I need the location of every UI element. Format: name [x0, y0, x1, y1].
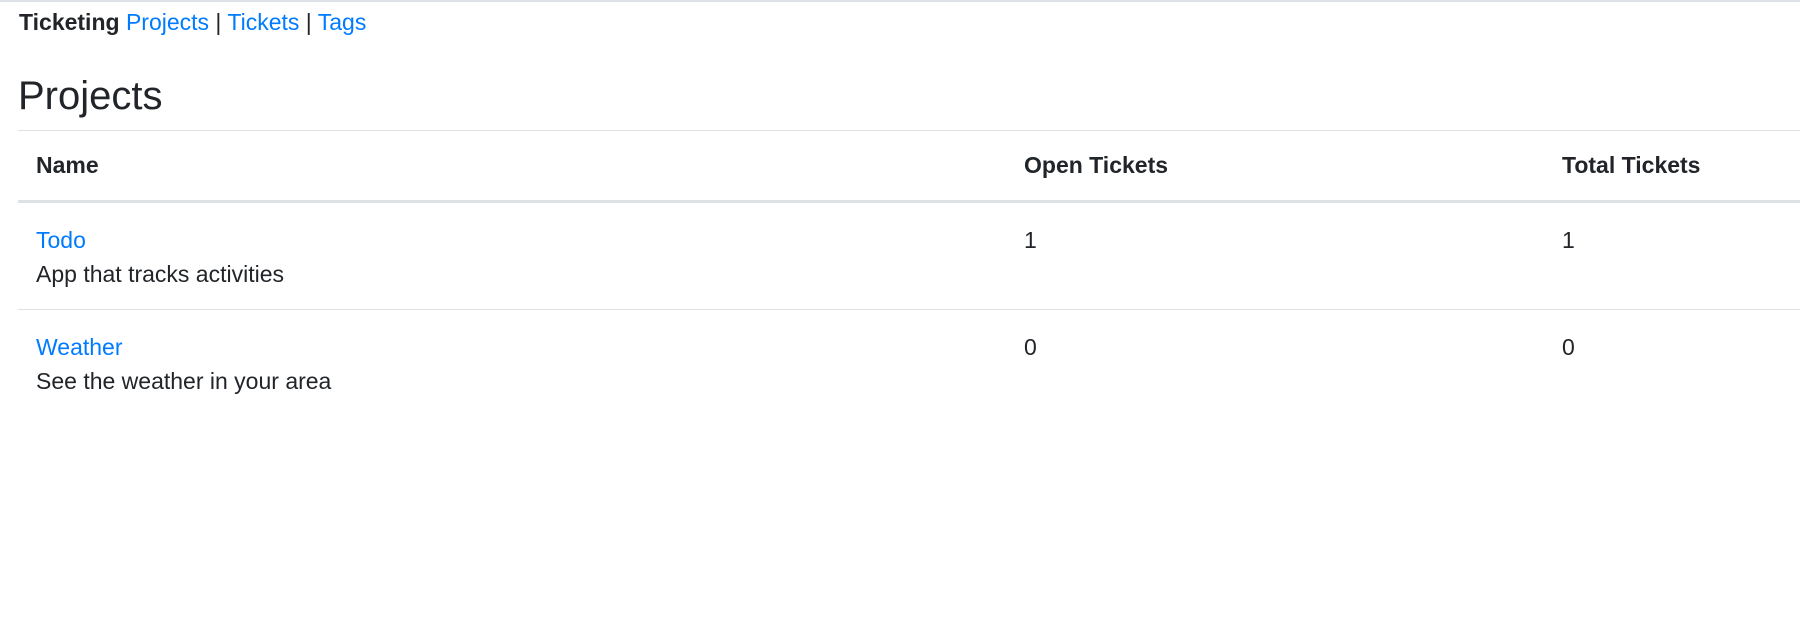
- nav-separator: |: [215, 9, 222, 35]
- table-header: Name Open Tickets Total Tickets: [18, 130, 1800, 203]
- column-header-total-tickets: Total Tickets: [1544, 130, 1800, 203]
- project-description: App that tracks activities: [36, 261, 284, 287]
- open-tickets-cell: 0: [1024, 334, 1037, 360]
- nav-link-tickets[interactable]: Tickets: [227, 9, 299, 35]
- table-body: Todo App that tracks activities 1 1 Weat…: [18, 201, 1800, 417]
- total-tickets-cell: 1: [1544, 201, 1800, 310]
- project-link[interactable]: Weather: [36, 330, 988, 364]
- nav-separator: |: [305, 9, 312, 35]
- column-header-open-tickets: Open Tickets: [1006, 130, 1544, 203]
- top-nav: Ticketing Projects | Tickets | Tags: [19, 8, 366, 36]
- projects-table: Name Open Tickets Total Tickets Todo App…: [18, 130, 1800, 416]
- nav-link-tags[interactable]: Tags: [318, 9, 367, 35]
- table-row: Todo App that tracks activities 1 1: [18, 201, 1800, 310]
- open-tickets-cell: 1: [1006, 201, 1544, 310]
- project-name-cell: Todo App that tracks activities: [18, 201, 1006, 310]
- project-name-cell: Weather See the weather in your area: [18, 310, 1006, 417]
- top-border: [0, 0, 1800, 2]
- page-title: Projects: [18, 74, 163, 118]
- project-description: See the weather in your area: [36, 368, 332, 394]
- brand: Ticketing: [19, 9, 120, 35]
- project-link[interactable]: Todo: [36, 223, 988, 257]
- column-header-name: Name: [18, 130, 1006, 203]
- table-header-row: Name Open Tickets Total Tickets: [18, 130, 1800, 203]
- nav-link-projects[interactable]: Projects: [126, 9, 209, 35]
- table-row: Weather See the weather in your area 0 0: [18, 310, 1800, 417]
- total-tickets-cell: 0: [1562, 334, 1575, 360]
